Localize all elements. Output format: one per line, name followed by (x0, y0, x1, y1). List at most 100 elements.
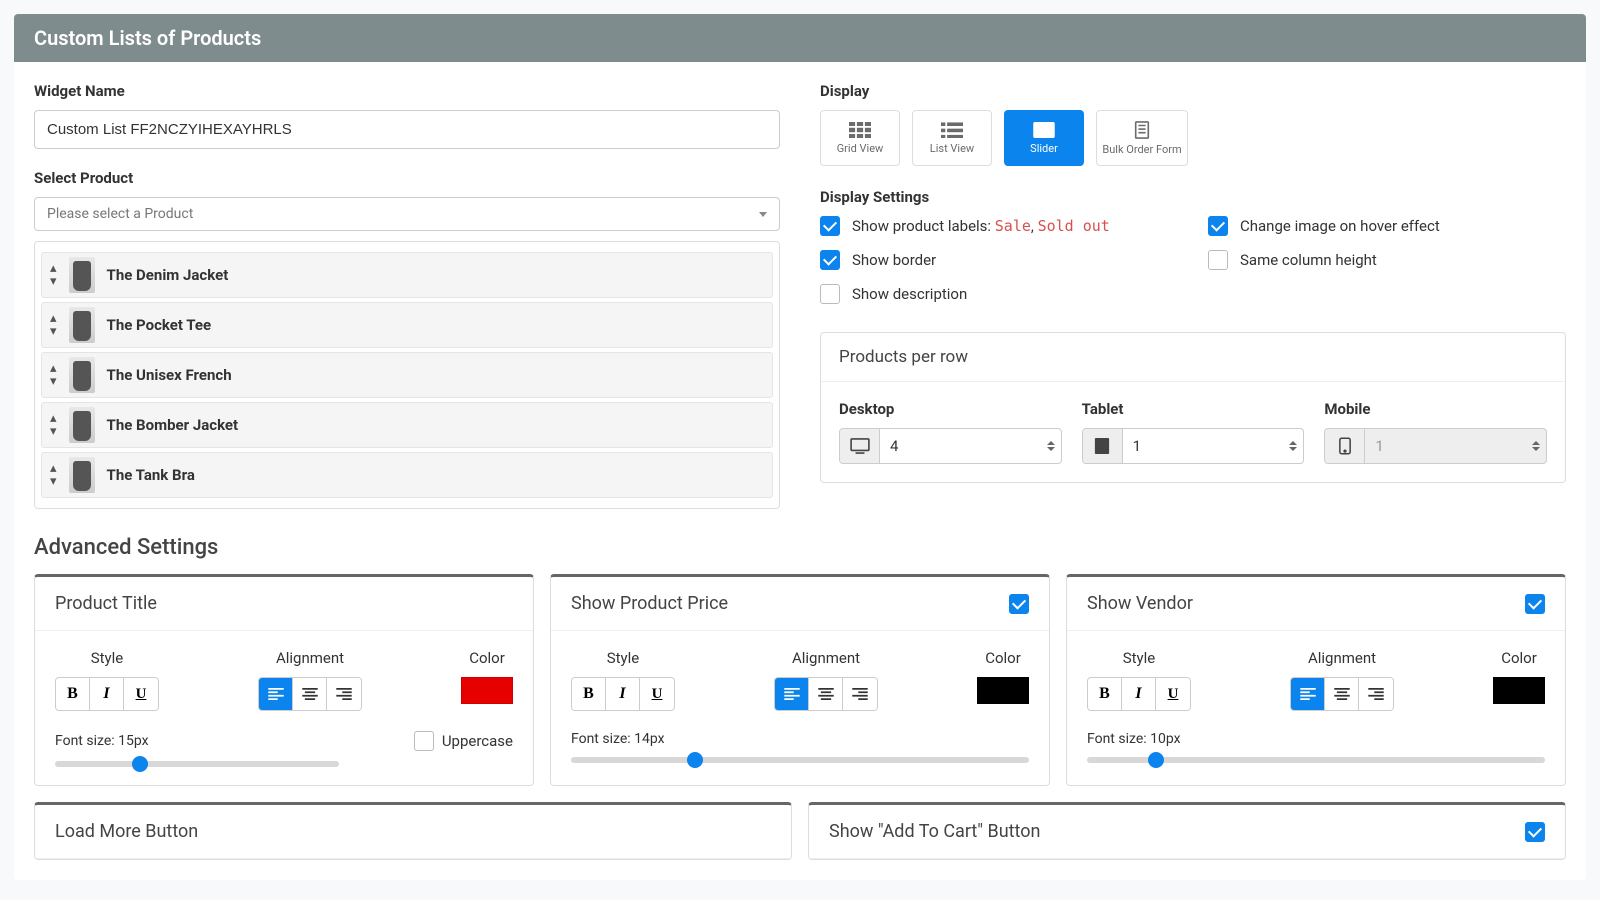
style-label: Style (1087, 649, 1191, 667)
drag-handle-icon[interactable]: ▴▾ (50, 312, 57, 338)
mobile-label: Mobile (1324, 400, 1547, 418)
italic-button[interactable]: I (90, 678, 124, 710)
align-center-button[interactable] (809, 678, 843, 710)
color-swatch[interactable] (1493, 677, 1545, 704)
align-left-button[interactable] (1291, 678, 1325, 710)
product-name: The Pocket Tee (107, 316, 212, 334)
slider-thumb[interactable] (687, 752, 703, 768)
italic-button[interactable]: I (606, 678, 640, 710)
bulk-order-icon (1133, 121, 1151, 139)
product-name: The Bomber Jacket (107, 416, 239, 434)
list-item[interactable]: ▴▾ The Bomber Jacket (41, 402, 773, 448)
color-swatch[interactable] (977, 677, 1029, 704)
panel-title: Custom Lists of Products (14, 14, 1586, 62)
stepper-icon (1526, 429, 1546, 463)
card-title: Show Product Price (571, 593, 728, 614)
slider-thumb[interactable] (132, 756, 148, 772)
card-add-to-cart: Show "Add To Cart" Button (808, 802, 1566, 860)
card-title: Load More Button (55, 821, 198, 842)
slider-thumb[interactable] (1148, 752, 1164, 768)
product-thumb (69, 307, 95, 343)
align-center-button[interactable] (293, 678, 327, 710)
list-icon (941, 122, 963, 138)
font-size-label: Font size: 15px (55, 733, 149, 749)
widget-name-input[interactable] (34, 110, 780, 149)
italic-button[interactable]: I (1122, 678, 1156, 710)
checkbox-show-description[interactable]: Show description (820, 284, 1178, 304)
display-list-button[interactable]: List View (912, 110, 992, 166)
advanced-settings-title: Advanced Settings (34, 535, 1566, 560)
list-item[interactable]: ▴▾ The Denim Jacket (41, 252, 773, 298)
align-left-button[interactable] (259, 678, 293, 710)
underline-button[interactable]: U (1156, 678, 1190, 710)
font-size-slider[interactable] (1087, 757, 1545, 763)
font-size-slider[interactable] (55, 761, 339, 767)
checkbox-icon (414, 731, 434, 751)
checkbox-icon (820, 216, 840, 236)
checkbox-icon (820, 284, 840, 304)
display-bulk-button[interactable]: Bulk Order Form (1096, 110, 1188, 166)
drag-handle-icon[interactable]: ▴▾ (50, 262, 57, 288)
underline-button[interactable]: U (124, 678, 158, 710)
style-label: Style (55, 649, 159, 667)
list-item[interactable]: ▴▾ The Tank Bra (41, 452, 773, 498)
bold-button[interactable]: B (572, 678, 606, 710)
display-label: Display (820, 82, 1566, 100)
checkbox-show-border[interactable]: Show border (820, 250, 1178, 270)
color-swatch[interactable] (461, 677, 513, 704)
align-right-button[interactable] (843, 678, 877, 710)
toggle-checkbox[interactable] (1009, 594, 1029, 614)
checkbox-change-hover[interactable]: Change image on hover effect (1208, 216, 1566, 236)
desktop-icon (840, 429, 880, 463)
stepper-icon (1283, 429, 1303, 463)
checkbox-same-height[interactable]: Same column height (1208, 250, 1566, 270)
card-title: Show "Add To Cart" Button (829, 821, 1040, 842)
display-grid-button[interactable]: Grid View (820, 110, 900, 166)
font-size-label: Font size: 14px (571, 731, 665, 747)
color-label: Color (461, 649, 513, 667)
checkbox-icon (1208, 250, 1228, 270)
display-slider-button[interactable]: Slider (1004, 110, 1084, 166)
product-thumb (69, 357, 95, 393)
desktop-select[interactable]: 4 (839, 428, 1062, 464)
alignment-label: Alignment (1290, 649, 1394, 667)
align-left-button[interactable] (775, 678, 809, 710)
product-thumb (69, 257, 95, 293)
display-settings-label: Display Settings (820, 188, 1566, 206)
tablet-icon (1083, 429, 1123, 463)
tablet-select[interactable]: 1 (1082, 428, 1305, 464)
uppercase-checkbox[interactable]: Uppercase (414, 731, 513, 751)
align-right-button[interactable] (1359, 678, 1393, 710)
color-label: Color (977, 649, 1029, 667)
color-label: Color (1493, 649, 1545, 667)
stepper-icon (1041, 429, 1061, 463)
grid-icon (849, 122, 871, 138)
bold-button[interactable]: B (56, 678, 90, 710)
drag-handle-icon[interactable]: ▴▾ (50, 412, 57, 438)
list-item[interactable]: ▴▾ The Pocket Tee (41, 302, 773, 348)
card-title: Product Title (55, 593, 157, 614)
checkbox-show-labels[interactable]: Show product labels: Sale, Sold out (820, 216, 1178, 236)
list-item[interactable]: ▴▾ The Unisex French (41, 352, 773, 398)
card-load-more: Load More Button (34, 802, 792, 860)
select-product-dropdown[interactable]: Please select a Product (34, 197, 780, 231)
drag-handle-icon[interactable]: ▴▾ (50, 462, 57, 488)
card-product-title: Product Title Style B I U (34, 574, 534, 786)
card-title: Show Vendor (1087, 593, 1193, 614)
align-center-button[interactable] (1325, 678, 1359, 710)
toggle-checkbox[interactable] (1525, 822, 1545, 842)
products-per-row-title: Products per row (821, 333, 1565, 382)
checkbox-icon (1208, 216, 1228, 236)
product-name: The Denim Jacket (107, 266, 229, 284)
mobile-icon (1325, 429, 1365, 463)
font-size-slider[interactable] (571, 757, 1029, 763)
toggle-checkbox[interactable] (1525, 594, 1545, 614)
underline-button[interactable]: U (640, 678, 674, 710)
alignment-label: Alignment (258, 649, 362, 667)
product-name: The Tank Bra (107, 466, 195, 484)
select-product-placeholder: Please select a Product (47, 206, 193, 222)
product-thumb (69, 457, 95, 493)
align-right-button[interactable] (327, 678, 361, 710)
drag-handle-icon[interactable]: ▴▾ (50, 362, 57, 388)
bold-button[interactable]: B (1088, 678, 1122, 710)
